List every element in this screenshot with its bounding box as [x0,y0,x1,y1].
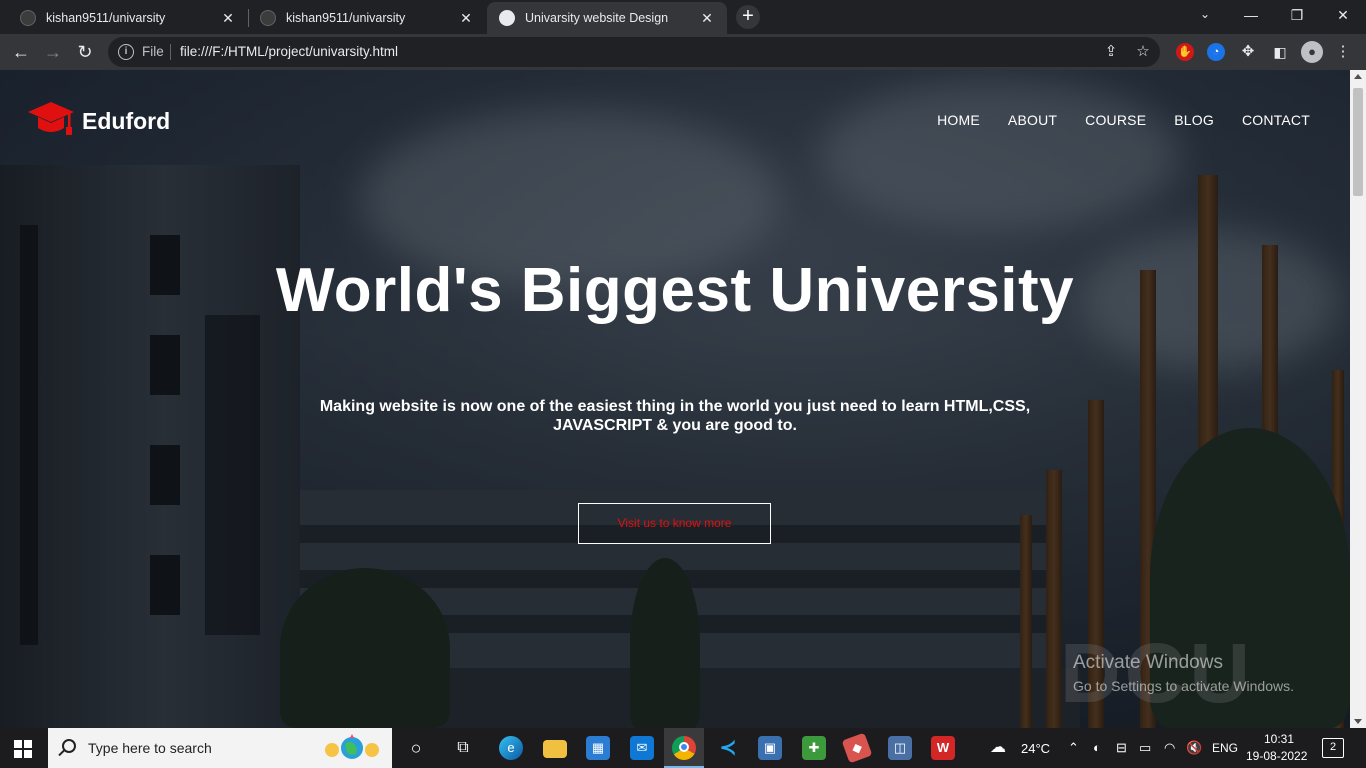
extensions-puzzle-icon[interactable]: ✥ [1239,43,1257,61]
task-view-icon[interactable]: ⧉ [451,736,475,760]
share-icon[interactable]: ⇪ [1102,43,1120,61]
scroll-thumb[interactable] [1353,88,1363,196]
scroll-up-arrow-icon[interactable] [1354,74,1362,79]
windows-taskbar: Type here to search ○ ⧉ e ▦ ✉ ≺ ▣ ✚ ◆ ◫ … [0,728,1366,768]
nav-about[interactable]: ABOUT [1008,112,1057,128]
nav-course[interactable]: COURSE [1085,112,1146,128]
nav-contact[interactable]: CONTACT [1242,112,1310,128]
search-icon [62,739,76,753]
github-icon [260,10,276,26]
page-scrollbar[interactable] [1350,70,1366,728]
adblock-extension-icon[interactable]: ✋ [1176,43,1194,61]
back-arrow-icon[interactable]: ← [8,39,34,65]
clock-time[interactable]: 10:31 [1264,732,1294,746]
browser-tab-strip: kishan9511/univarsity ✕ kishan9511/univa… [0,0,1366,34]
battery-icon[interactable]: ▭ [1139,740,1151,756]
address-scheme-label: File [142,44,164,59]
remote-desktop-icon[interactable]: ▣ [758,736,782,760]
hero-subtitle-line: JAVASCRIPT & you are good to. [553,417,797,434]
hero-subtitle-line: Making website is now one of the easiest… [319,398,1031,415]
tab-search-chevron-icon[interactable]: ⌄ [1184,0,1226,30]
nav-home[interactable]: HOME [937,112,980,128]
address-url[interactable]: file:///F:/HTML/project/univarsity.html [180,44,398,59]
watermark-title: Activate Windows [1073,652,1223,673]
close-tab-icon[interactable]: ✕ [699,10,715,27]
eraser-app-icon[interactable]: ◆ [841,732,873,764]
clock-extension-icon[interactable]: ◔ [1207,43,1225,61]
new-tab-button[interactable]: + [736,5,760,29]
site-info-icon[interactable]: i [118,44,134,60]
tab-title: kishan9511/univarsity [46,11,166,25]
edge-browser-icon[interactable]: e [499,736,523,760]
tab-title: Univarsity website Design [525,11,669,25]
address-bar[interactable]: i File file:///F:/HTML/project/univarsit… [108,37,1160,67]
mail-icon[interactable]: ✉ [630,736,654,760]
notification-center-icon[interactable]: 2 [1322,738,1344,758]
tab-title: kishan9511/univarsity [286,11,406,25]
input-language[interactable]: ENG [1212,741,1238,755]
browser-toolbar: ← → ↻ i File file:///F:/HTML/project/uni… [0,34,1366,70]
network-app-icon[interactable]: ◫ [888,736,912,760]
browser-tab-2[interactable]: kishan9511/univarsity ✕ [248,2,486,34]
browser-tab-1[interactable]: kishan9511/univarsity ✕ [8,2,248,34]
site-logo[interactable]: Eduford [26,98,170,144]
windows-start-icon[interactable] [14,740,32,758]
speaker-muted-icon[interactable]: 🔇 [1186,740,1202,756]
activate-windows-watermark: Activate Windows Go to Settings to activ… [1073,652,1294,694]
side-panel-icon[interactable]: ◧ [1271,43,1289,61]
bookmark-star-icon[interactable]: ☆ [1134,43,1152,61]
graduation-cap-icon [28,102,74,135]
microsoft-store-icon[interactable]: ▦ [586,736,610,760]
close-tab-icon[interactable]: ✕ [220,10,236,27]
menu-kebab-icon[interactable]: ⋮ [1334,43,1352,61]
nav-blog[interactable]: BLOG [1174,112,1214,128]
close-tab-icon[interactable]: ✕ [458,10,474,27]
search-highlight-globe-icon [325,734,379,759]
wifi-icon[interactable]: ◠ [1164,740,1175,756]
cortana-circle-icon[interactable]: ○ [404,736,428,760]
installer-icon[interactable]: ✚ [802,736,826,760]
forward-arrow-icon[interactable]: → [40,39,66,65]
page-viewport: DCU Eduford HOME ABOUT COURSE BLOG CONTA… [0,70,1350,728]
visit-us-button[interactable]: Visit us to know more [578,503,771,544]
network-icon[interactable]: ⊟ [1116,740,1127,756]
browser-tab-3-active[interactable]: Univarsity website Design ✕ [487,2,727,34]
reload-icon[interactable]: ↻ [72,39,98,65]
hero-subtitle: Making website is now one of the easiest… [315,397,1035,435]
hero-title: World's Biggest University [275,256,1075,325]
chrome-icon[interactable] [672,736,696,760]
taskbar-search-box[interactable]: Type here to search [48,728,392,768]
meet-now-icon[interactable]: ◐ [1093,740,1101,755]
globe-icon [499,10,515,26]
scroll-down-arrow-icon[interactable] [1354,719,1362,724]
watermark-subtitle: Go to Settings to activate Windows. [1073,678,1294,694]
address-divider [170,44,171,60]
clock-date[interactable]: 19-08-2022 [1246,749,1307,763]
vscode-icon[interactable]: ≺ [716,736,740,760]
search-placeholder: Type here to search [88,740,212,756]
logo-text: Eduford [82,107,171,134]
close-window-icon[interactable]: ✕ [1320,0,1366,30]
weather-temperature[interactable]: 24°C [1021,741,1050,756]
minimize-window-icon[interactable]: — [1228,0,1274,30]
show-hidden-icons-chevron-icon[interactable]: ⌃ [1068,740,1079,756]
github-icon [20,10,36,26]
wps-office-icon[interactable]: W [931,736,955,760]
main-nav: HOME ABOUT COURSE BLOG CONTACT [909,112,1310,128]
file-explorer-icon[interactable] [543,740,567,758]
profile-avatar-icon[interactable]: ● [1301,41,1323,63]
restore-window-icon[interactable]: ❐ [1274,0,1320,30]
weather-cloud-icon[interactable]: ☁ [990,737,1006,757]
